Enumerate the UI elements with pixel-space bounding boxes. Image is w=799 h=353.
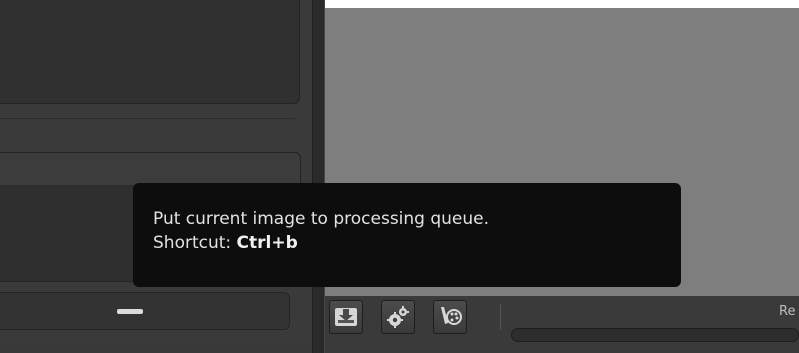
tooltip-shortcut-keys: Ctrl+b (236, 233, 298, 253)
tooltip-shortcut-label: Shortcut: (153, 233, 237, 253)
preview-toolbar: Re (325, 296, 799, 353)
color-edit-button[interactable] (433, 300, 467, 334)
left-bottom-strip (0, 338, 312, 353)
app-window: Re Put current image to processing queue… (0, 0, 799, 353)
panel-section-header[interactable] (0, 153, 300, 185)
separator (0, 118, 295, 119)
tooltip-shortcut: Shortcut: Ctrl+b (153, 231, 661, 255)
minus-icon (117, 309, 143, 314)
progress-bar (511, 328, 799, 342)
palette-brush-icon (437, 305, 463, 329)
put-to-queue-button[interactable] (329, 300, 363, 334)
toolbar-label: Re (779, 304, 796, 319)
queue-download-icon (334, 306, 358, 328)
processing-settings-button[interactable] (381, 300, 415, 334)
collapse-panel-button[interactable] (0, 292, 290, 330)
tooltip: Put current image to processing queue. S… (133, 183, 681, 287)
toolbar-separator (500, 304, 501, 330)
panel-section-top (0, 0, 300, 104)
panel-splitter[interactable] (312, 0, 325, 353)
left-panel (0, 0, 312, 353)
tooltip-description: Put current image to processing queue. (153, 209, 490, 229)
gears-icon (386, 305, 410, 329)
